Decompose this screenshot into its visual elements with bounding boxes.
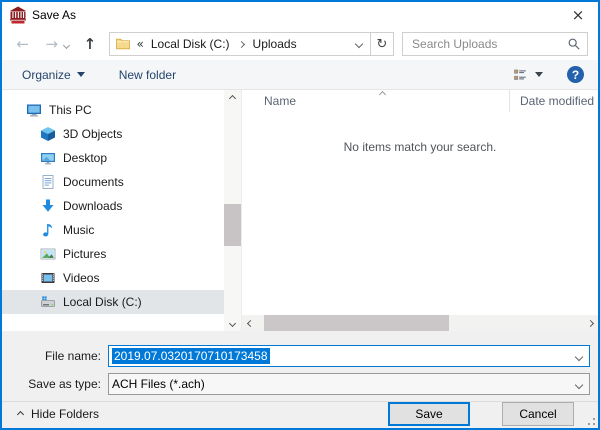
sidebar-item-local-disk-c[interactable]: Local Disk (C:) — [2, 290, 224, 314]
scrollbar-thumb[interactable] — [264, 315, 449, 331]
file-name-label: File name: — [44, 349, 101, 363]
navigation-bar: ← → ↑ « Local Disk (C:) Uploads ↻ — [2, 28, 598, 60]
scrollbar-thumb[interactable] — [224, 204, 241, 246]
chevron-up-icon — [16, 410, 25, 418]
scroll-left-icon[interactable] — [242, 319, 258, 327]
downloads-icon — [40, 198, 56, 214]
resize-grip-icon[interactable] — [593, 423, 595, 425]
save-button[interactable]: Save — [388, 402, 470, 426]
sidebar-item-label: Local Disk (C:) — [63, 295, 142, 309]
sidebar-item-label: Music — [63, 223, 95, 237]
sidebar-item-label: 3D Objects — [63, 127, 123, 141]
file-list-horizontal-scrollbar[interactable] — [242, 315, 598, 331]
save-as-type-select[interactable]: ACH Files (*.ach) — [108, 373, 590, 395]
file-name-dropdown-icon[interactable] — [574, 352, 584, 362]
organize-button[interactable]: Organize — [22, 68, 85, 82]
save-as-type-value: ACH Files (*.ach) — [112, 377, 205, 391]
up-icon[interactable]: ↑ — [79, 36, 100, 52]
videos-icon — [40, 270, 56, 286]
search-box[interactable] — [402, 32, 589, 56]
view-dropdown-icon — [535, 72, 543, 77]
column-headers: Name Date modified — [242, 90, 598, 112]
close-icon[interactable]: × — [558, 6, 598, 24]
sidebar-item-documents[interactable]: Documents — [2, 170, 224, 194]
save-as-dialog: Save As × ← → ↑ « Local Disk (C:) Upload… — [0, 0, 600, 430]
hide-folders-label: Hide Folders — [31, 407, 100, 421]
sidebar-item-label: Downloads — [63, 199, 123, 213]
scroll-right-icon[interactable] — [582, 319, 598, 327]
help-button[interactable]: ? — [567, 66, 584, 83]
organize-label: Organize — [22, 67, 71, 82]
sidebar-item-this-pc[interactable]: This PC — [2, 98, 224, 122]
save-as-type-dropdown-icon[interactable] — [574, 380, 584, 390]
command-toolbar: Organize New folder ? — [2, 60, 598, 90]
sidebar-item-label: Desktop — [63, 151, 108, 165]
bank-app-icon — [10, 6, 26, 24]
dialog-title: Save As — [32, 8, 77, 22]
sidebar-item-music[interactable]: Music — [2, 218, 224, 242]
documents-icon — [40, 174, 56, 190]
title-bar: Save As × — [2, 2, 598, 28]
address-bar[interactable]: « Local Disk (C:) Uploads — [108, 32, 371, 56]
search-input[interactable] — [412, 37, 568, 51]
file-list-pane: Name Date modified No items match your s… — [241, 90, 598, 331]
breadcrumb-uploads[interactable]: Uploads — [253, 37, 297, 51]
sidebar-item-pictures[interactable]: Pictures — [2, 242, 224, 266]
empty-message: No items match your search. — [343, 140, 497, 154]
refresh-button[interactable]: ↻ — [370, 32, 395, 56]
cancel-button[interactable]: Cancel — [502, 402, 574, 426]
breadcrumb-separator-icon — [237, 40, 245, 49]
music-icon — [40, 222, 56, 238]
breadcrumb-local-disk[interactable]: Local Disk (C:) — [151, 37, 230, 51]
address-dropdown[interactable] — [348, 33, 370, 55]
folder-tree: This PC 3D Objects Desktop Documents Dow… — [2, 90, 224, 331]
desktop-icon — [40, 150, 56, 166]
sidebar-item-videos[interactable]: Videos — [2, 266, 224, 290]
sidebar-item-downloads[interactable]: Downloads — [2, 194, 224, 218]
scroll-up-icon[interactable] — [224, 90, 241, 106]
folder-icon — [115, 38, 130, 50]
scroll-down-icon[interactable] — [224, 315, 241, 331]
change-view-button[interactable] — [512, 67, 543, 83]
save-as-type-label: Save as type: — [28, 377, 101, 391]
sidebar-item-label: Videos — [63, 271, 100, 285]
file-name-value: 2019.07.0320170710173458 — [112, 348, 270, 364]
this-pc-icon — [26, 102, 42, 118]
3d-objects-icon — [40, 126, 56, 142]
file-list-body: No items match your search. — [242, 112, 598, 315]
footer-bar: Hide Folders Save Cancel — [2, 401, 598, 428]
sidebar-item-3d-objects[interactable]: 3D Objects — [2, 122, 224, 146]
sidebar-item-label: Pictures — [63, 247, 107, 261]
organize-dropdown-icon — [76, 72, 85, 77]
help-icon: ? — [571, 67, 580, 82]
sidebar-item-label: This PC — [49, 103, 92, 117]
back-icon[interactable]: ← — [12, 36, 33, 52]
hide-folders-button[interactable]: Hide Folders — [16, 407, 100, 421]
main-area: This PC 3D Objects Desktop Documents Dow… — [2, 90, 598, 331]
hard-drive-icon — [40, 294, 56, 310]
column-header-date-modified[interactable]: Date modified — [510, 90, 598, 112]
new-folder-button[interactable]: New folder — [119, 68, 176, 82]
sidebar-item-label: Documents — [63, 175, 124, 189]
column-header-name[interactable]: Name — [242, 90, 510, 112]
file-name-input[interactable]: 2019.07.0320170710173458 — [108, 345, 590, 367]
forward-icon[interactable]: → — [41, 36, 62, 52]
sidebar-scrollbar[interactable] — [224, 90, 241, 331]
recent-locations-chevron-icon[interactable] — [63, 41, 71, 49]
sidebar-item-desktop[interactable]: Desktop — [2, 146, 224, 170]
search-icon[interactable] — [567, 37, 581, 51]
pictures-icon — [40, 246, 56, 262]
scrollbar-track[interactable] — [258, 315, 582, 331]
scrollbar-track[interactable] — [224, 106, 241, 315]
breadcrumb-overflow[interactable]: « — [137, 37, 144, 51]
refresh-icon: ↻ — [376, 36, 388, 52]
fields-section: File name: 2019.07.0320170710173458 Save… — [2, 331, 598, 401]
details-view-icon — [514, 69, 526, 80]
